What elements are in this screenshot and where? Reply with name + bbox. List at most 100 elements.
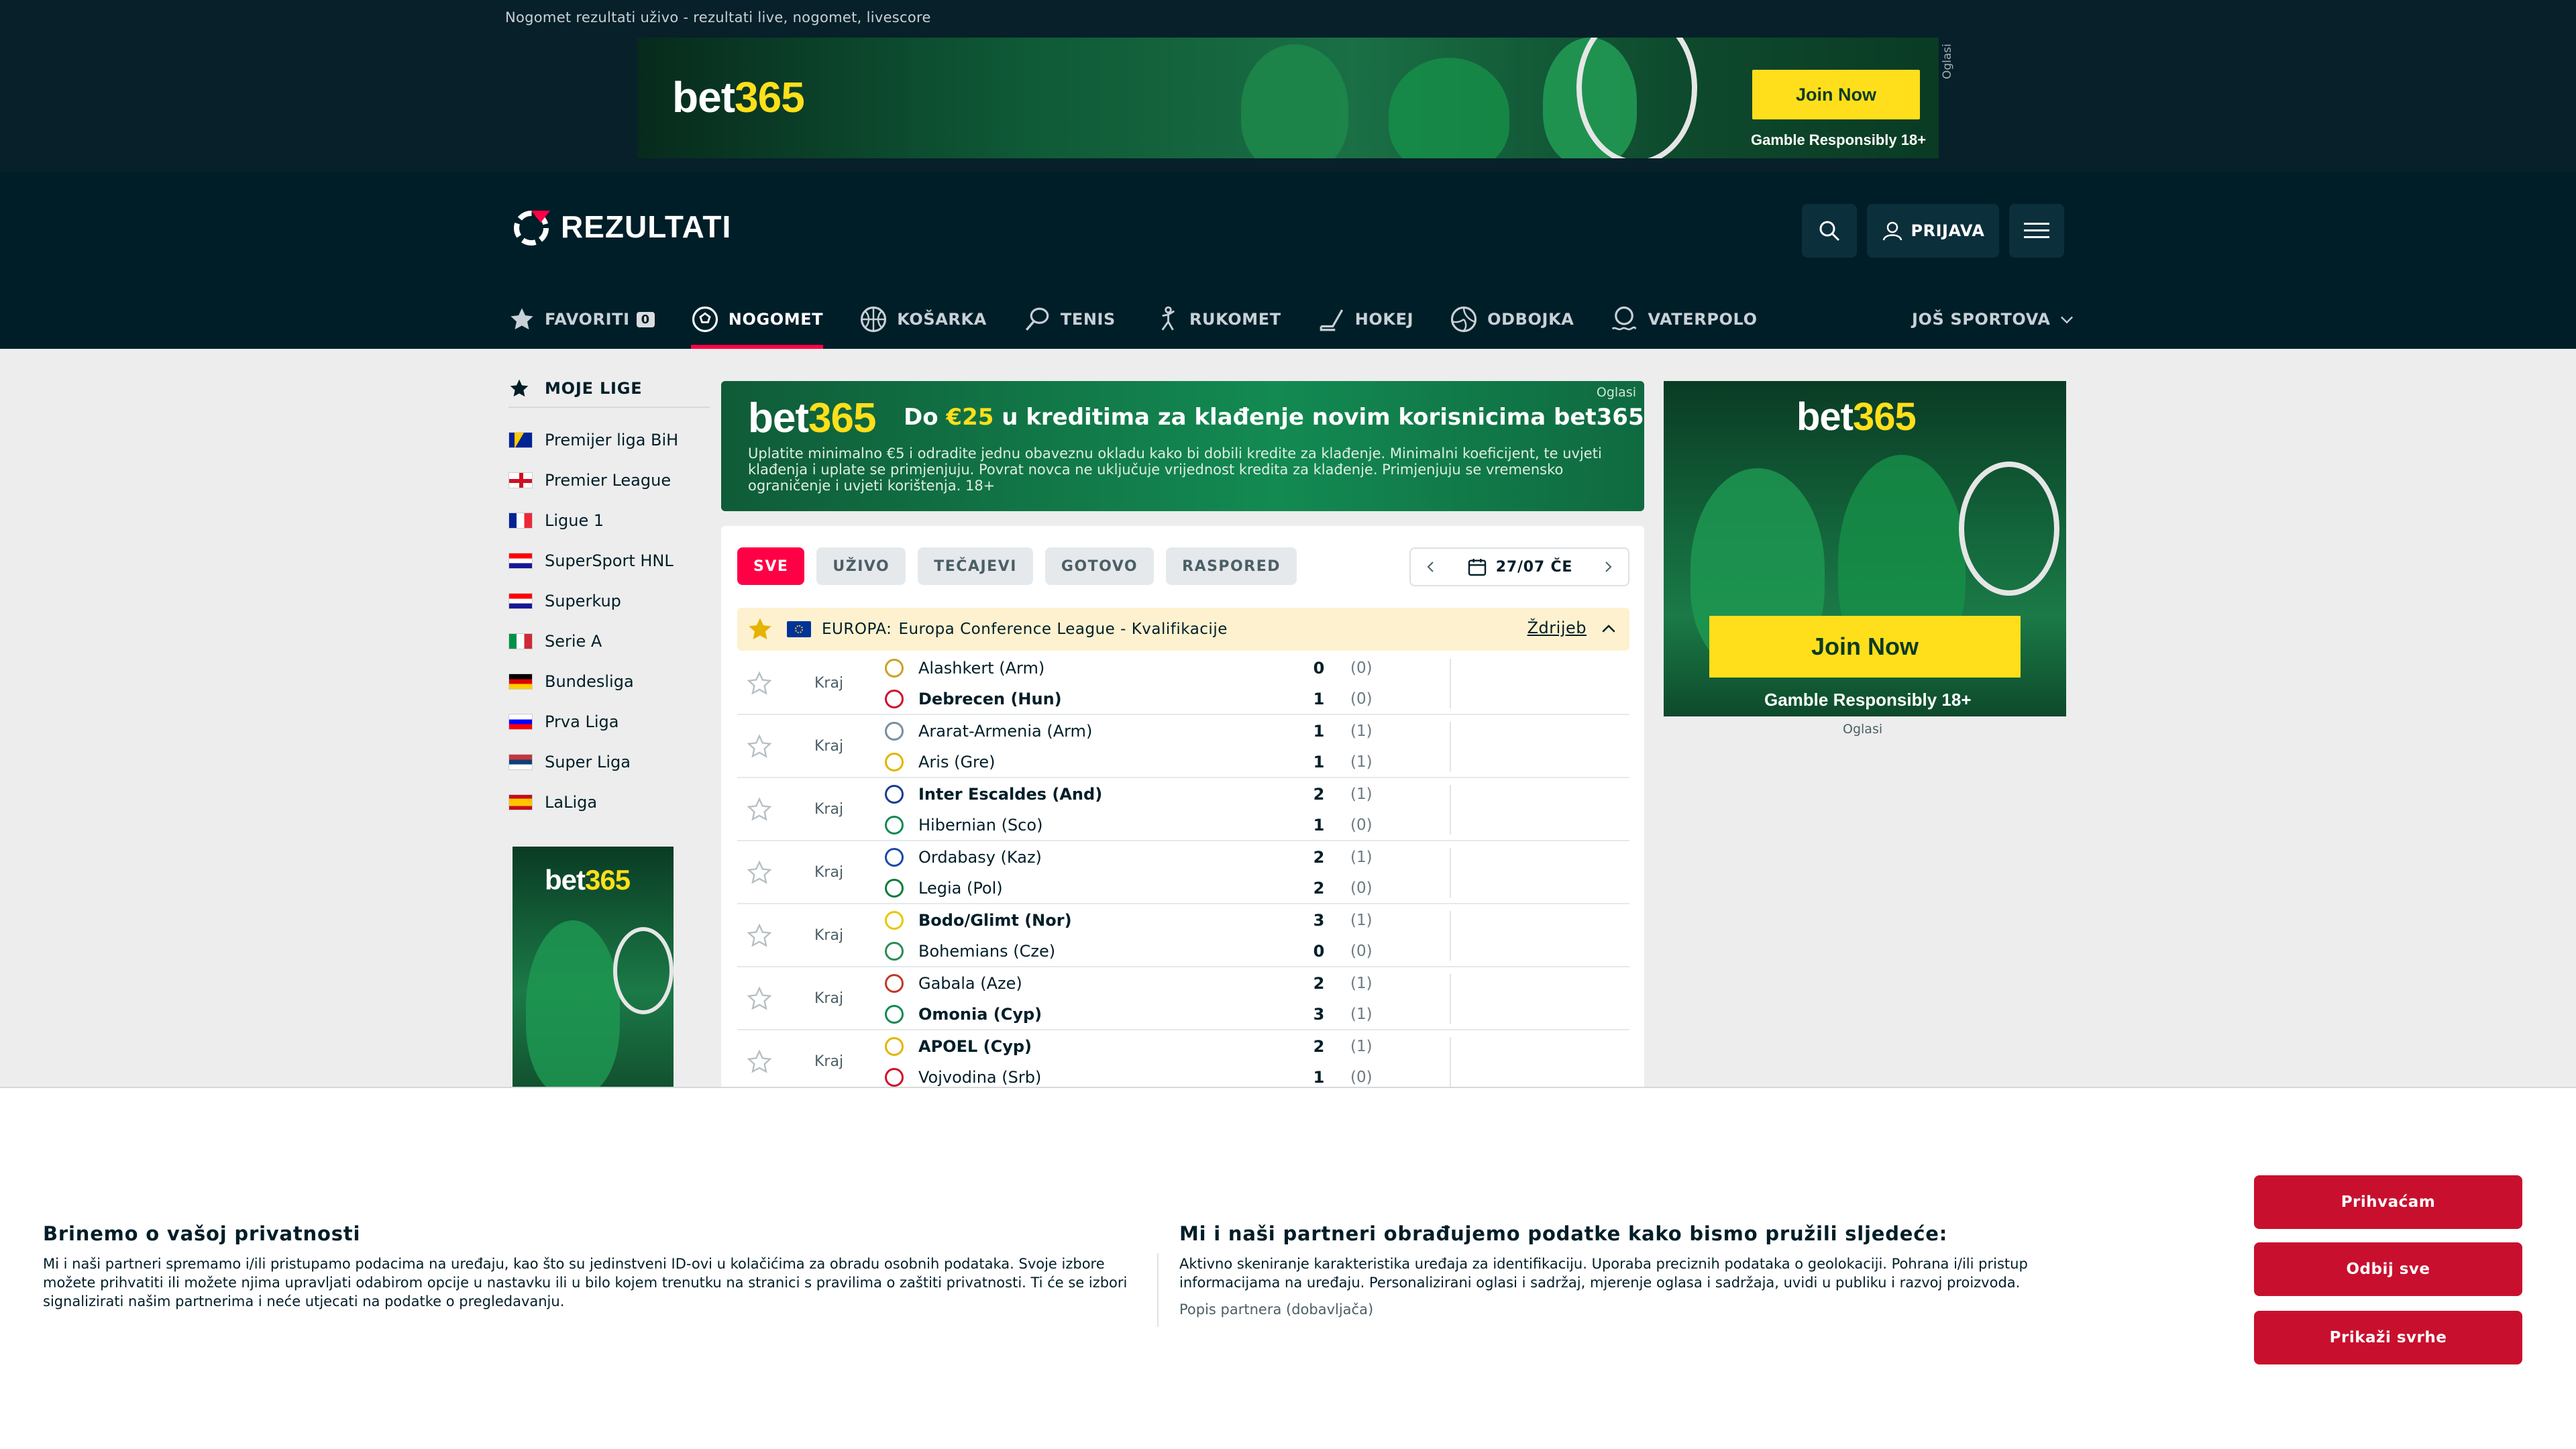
chevron-up-icon[interactable] [1599,619,1619,639]
more-sports-label: JOŠ SPORTOVA [1912,310,2051,329]
match-row[interactable]: Kraj Alashkert (Arm) Debrecen (Hun) 0 1 (0) (0… [737,652,1629,715]
nav-odbojka[interactable]: ODBOJKA [1450,290,1574,349]
nav-hokej[interactable]: HOKEJ [1318,290,1413,349]
sidebar-league[interactable]: Ligue 1 [508,500,710,541]
match-rows: Kraj Alashkert (Arm) Debrecen (Hun) 0 1 (0) (0… [737,652,1629,1093]
home-halftime-score: (1) [1350,975,1373,992]
sidebar-league[interactable]: Premijer liga BiH [508,420,710,460]
search-button[interactable] [1802,204,1857,258]
login-button[interactable]: PRIJAVA [1867,204,1999,258]
nav-nogomet[interactable]: NOGOMET [690,290,824,349]
accept-button[interactable]: Prihvaćam [2254,1175,2522,1229]
home-halftime-score: (1) [1350,1038,1373,1055]
nav-label: HOKEJ [1354,310,1414,329]
match-row[interactable]: Kraj Inter Escaldes (And) Hibernian (Sco) 2… [737,778,1629,841]
match-status: Kraj [814,990,844,1007]
nav-kosarka[interactable]: KOŠARKA [859,290,987,349]
league-header[interactable]: EUROPA: Europa Conference League - Kvali… [737,608,1629,651]
away-team: Hibernian (Sco) [885,812,1042,839]
row-divider [1450,659,1451,708]
match-row[interactable]: Kraj Ararat-Armenia (Arm) Aris (Gre) 1 1 (1) (… [737,715,1629,778]
gamble-responsibly-text: Gamble Responsibly 18+ [1751,131,1927,148]
sidebar-league[interactable]: Bundesliga [508,661,710,702]
star-icon [510,379,529,397]
team-logo-icon [885,753,904,771]
flag-fr-icon [508,513,533,529]
reject-all-button[interactable]: Odbij sve [2254,1242,2522,1296]
away-team-name: Bohemians (Cze) [918,942,1056,961]
top-ad-banner[interactable]: bet365 Join Now Gamble Responsibly 18+ [637,38,1939,158]
favorite-star-icon[interactable] [747,1049,772,1075]
nav-rukomet[interactable]: RUKOMET [1152,290,1281,349]
team-logo-icon [885,690,904,708]
chevron-left-icon[interactable] [1423,559,1439,575]
home-score: 3 [1313,911,1325,930]
league-name: LaLiga [545,793,598,812]
match-row[interactable]: Kraj APOEL (Cyp) Vojvodina (Srb) 2 1 (1) (0) [737,1030,1629,1093]
sidebar-league[interactable]: Superkup [508,581,710,621]
sidebar-league[interactable]: SuperSport HNL [508,541,710,581]
consent-intro: Brinemo o vašoj privatnosti Mi i naši pa… [43,1222,1136,1311]
star-icon [511,308,533,330]
nav-label: NOGOMET [728,310,824,329]
sidebar-league[interactable]: Serie A [508,621,710,661]
site-logo[interactable]: REZULTATI [511,207,731,247]
promo-banner[interactable]: Oglasi bet365 Do €25 u kreditima za klađ… [721,381,1644,511]
team-logo-icon [885,1037,904,1056]
team-logo-icon [885,942,904,961]
favorite-star-icon[interactable] [747,734,772,759]
consent-title: Brinemo o vašoj privatnosti [43,1222,361,1245]
filter-tabs: SVE UŽIVO TEČAJEVI GOTOVO RASPORED [737,547,1309,585]
hockey-icon [1320,309,1343,331]
flag-hr-icon [508,593,533,609]
away-score: 1 [1313,816,1325,835]
star-icon[interactable] [747,616,773,643]
sidebar-league[interactable]: Prva Liga [508,702,710,742]
match-status: Kraj [814,801,844,818]
nav-favoriti[interactable]: FAVORITI 0 [508,290,655,349]
promo-title: Do €25 u kreditima za klađenje novim kor… [904,404,1644,431]
join-now-button[interactable]: Join Now [1709,616,2021,678]
team-logo-icon [885,785,904,804]
match-row[interactable]: Kraj Bodo/Glimt (Nor) Bohemians (Cze) 3 0 (1)… [737,904,1629,967]
filter-tecajevi[interactable]: TEČAJEVI [918,547,1033,585]
flag-es-icon [508,794,533,810]
away-halftime-score: (1) [1350,1006,1373,1023]
sidebar-league[interactable]: Premier League [508,460,710,500]
filter-sve[interactable]: SVE [737,547,805,585]
date-picker[interactable]: 27/07 ČE [1409,547,1629,586]
menu-button[interactable] [2009,204,2064,258]
favorite-star-icon[interactable] [747,797,772,822]
favorite-star-icon[interactable] [747,860,772,885]
favorite-star-icon[interactable] [747,671,772,696]
home-score: 1 [1313,722,1325,741]
join-now-button[interactable]: Join Now [1752,70,1920,119]
nav-vaterpolo[interactable]: VATERPOLO [1610,290,1757,349]
filter-raspored[interactable]: RASPORED [1166,547,1297,585]
draw-link[interactable]: Ždrijeb [1527,619,1587,637]
tennis-icon [1025,307,1049,331]
partners-link[interactable]: Popis partnera (dobavljača) [1179,1301,2078,1318]
favorite-star-icon[interactable] [747,923,772,949]
favorites-count-badge: 0 [636,311,655,327]
team-logo-icon [885,911,904,930]
favorite-star-icon[interactable] [747,986,772,1012]
filter-uzivo[interactable]: UŽIVO [816,547,906,585]
sidebar-league[interactable]: LaLiga [508,782,710,822]
right-ad-banner[interactable]: bet365 Join Now Gamble Responsibly 18+ [1664,381,2066,716]
filter-gotovo[interactable]: GOTOVO [1044,547,1155,585]
match-row[interactable]: Kraj Gabala (Aze) Omonia (Cyp) 2 3 (1) (1) [737,967,1629,1030]
match-list-panel: SVE UŽIVO TEČAJEVI GOTOVO RASPORED 27/07… [721,526,1644,1093]
more-sports-dropdown[interactable]: JOŠ SPORTOVA [1912,290,2076,349]
team-logo-icon [885,1005,904,1024]
sidebar-ad-banner[interactable]: bet365 [513,847,674,1088]
away-halftime-score: (0) [1350,943,1373,960]
sidebar-league[interactable]: Super Liga [508,742,710,782]
nav-tenis[interactable]: TENIS [1023,290,1116,349]
top-banner-area: Nogomet rezultati uživo - rezultati live… [0,0,2576,172]
match-row[interactable]: Kraj Ordabasy (Kaz) Legia (Pol) 2 2 (1) (0) [737,841,1629,904]
chevron-right-icon[interactable] [1600,559,1616,575]
show-purposes-button[interactable]: Prikaži svrhe [2254,1311,2522,1364]
league-name: Prva Liga [545,712,619,731]
row-divider [1450,848,1451,898]
